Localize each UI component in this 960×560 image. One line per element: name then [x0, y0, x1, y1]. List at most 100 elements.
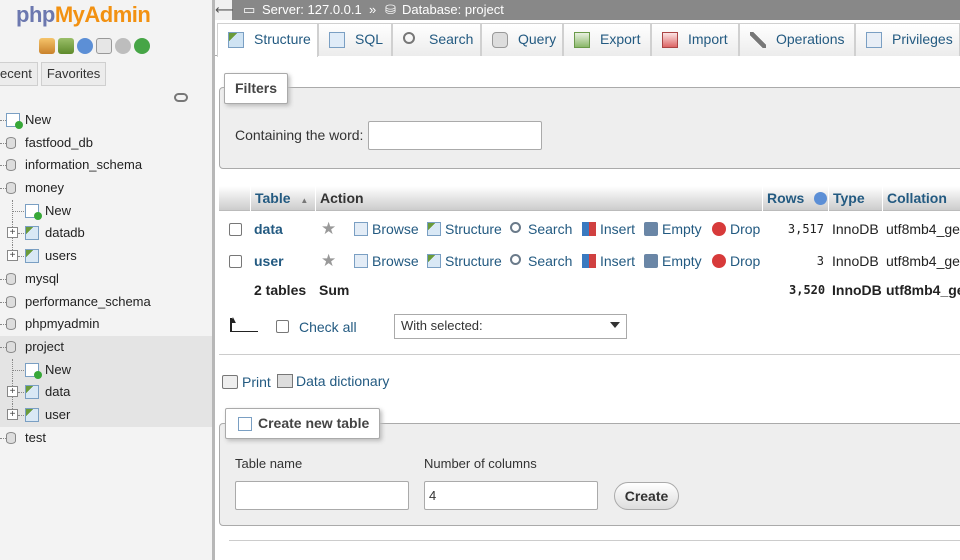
empty-action[interactable]: Empty: [644, 213, 702, 245]
tab-query[interactable]: Query: [481, 23, 563, 56]
tree-label[interactable]: fastfood_db: [25, 132, 93, 154]
col-table[interactable]: Table ▲: [250, 186, 316, 211]
insert-action[interactable]: Insert: [582, 213, 635, 245]
tab-structure[interactable]: Structure: [217, 23, 318, 57]
sort-collation-link[interactable]: Collation: [887, 190, 947, 206]
collapse-nav-icon[interactable]: ⟵: [215, 0, 234, 20]
table-footer-row: 2 tables Sum 3,520 InnoDB utf8mb4_ge: [219, 274, 960, 306]
tab-search[interactable]: Search: [392, 23, 481, 56]
print-icon[interactable]: [222, 375, 238, 389]
expand-icon[interactable]: +: [7, 408, 18, 420]
tree-node[interactable]: + data: [0, 381, 212, 404]
columns-input[interactable]: [424, 481, 598, 510]
tree-label[interactable]: money: [25, 177, 64, 199]
filter-input[interactable]: [368, 121, 542, 150]
tree-node[interactable]: test: [0, 427, 212, 450]
tree-node[interactable]: project: [0, 335, 212, 359]
tree-label[interactable]: datadb: [45, 222, 85, 244]
tree-node[interactable]: money: [0, 177, 212, 200]
tree-node[interactable]: + users: [0, 245, 212, 268]
home-icon[interactable]: [39, 38, 55, 54]
browse-action[interactable]: Browse: [354, 213, 419, 245]
search-action[interactable]: Search: [510, 213, 572, 245]
drop-action[interactable]: Drop: [712, 245, 760, 277]
tab-privileges[interactable]: Privileges: [855, 23, 960, 56]
tree-node[interactable]: New: [0, 199, 212, 223]
check-all-checkbox[interactable]: [276, 320, 289, 333]
expand-icon[interactable]: +: [7, 386, 18, 398]
insert-action[interactable]: Insert: [582, 245, 635, 277]
link-with-main-icon[interactable]: [174, 93, 188, 102]
settings-icon[interactable]: [115, 38, 131, 54]
tree-node[interactable]: + datadb: [0, 222, 212, 246]
expand-icon[interactable]: +: [7, 227, 18, 239]
phpmyadmin-logo[interactable]: phpMyAdmin: [16, 2, 151, 28]
tab-import[interactable]: Import: [651, 23, 739, 56]
tree-node[interactable]: New: [0, 358, 212, 382]
tree-node[interactable]: + user: [0, 403, 212, 427]
reload-icon[interactable]: [134, 38, 150, 54]
sort-type-link[interactable]: Type: [833, 190, 865, 206]
favorites-tab[interactable]: Favorites: [40, 62, 107, 86]
empty-action[interactable]: Empty: [644, 245, 702, 277]
row-checkbox[interactable]: [229, 223, 242, 236]
tree-node[interactable]: performance_schema: [0, 291, 212, 314]
breadcrumb-database[interactable]: Database: project: [402, 0, 504, 20]
data-dictionary-link[interactable]: Data dictionary: [296, 373, 389, 389]
tab-operations[interactable]: Operations: [739, 23, 855, 56]
data-dictionary-icon[interactable]: [277, 374, 293, 388]
table-name-input[interactable]: [235, 481, 409, 510]
tree-label[interactable]: project: [25, 336, 64, 358]
table-name-link[interactable]: user: [254, 245, 284, 277]
expand-icon[interactable]: +: [7, 250, 18, 262]
tree-node[interactable]: New: [0, 109, 212, 132]
tree-label[interactable]: user: [45, 404, 70, 426]
recent-tab[interactable]: ecent: [0, 62, 38, 86]
col-rows[interactable]: Rows: [762, 186, 828, 211]
structure-action[interactable]: Structure: [427, 245, 502, 277]
tree-node[interactable]: mysql: [0, 268, 212, 291]
col-type[interactable]: Type: [828, 186, 882, 211]
help-icon[interactable]: [77, 38, 93, 54]
structure-action[interactable]: Structure: [427, 213, 502, 245]
tab-export[interactable]: Export: [563, 23, 651, 56]
tree-label[interactable]: performance_schema: [25, 291, 151, 313]
sort-rows-link[interactable]: Rows: [767, 190, 804, 206]
row-count: 3,517: [787, 222, 824, 236]
search-action[interactable]: Search: [510, 245, 572, 277]
tab-label: Export: [600, 31, 641, 47]
tree-node[interactable]: information_schema: [0, 154, 212, 177]
col-collation[interactable]: Collation: [882, 186, 960, 211]
tree-label[interactable]: data: [45, 381, 70, 403]
tree-label[interactable]: New: [45, 359, 71, 381]
navigation-panel: phpMyAdmin ecent Favorites New fastfood_d…: [0, 0, 212, 560]
print-link[interactable]: Print: [242, 374, 271, 390]
help-icon[interactable]: [814, 192, 828, 205]
tree-node[interactable]: fastfood_db: [0, 132, 212, 155]
tree-node[interactable]: phpmyadmin: [0, 313, 212, 336]
table-name-link[interactable]: data: [254, 213, 283, 245]
docs-icon[interactable]: [96, 38, 112, 54]
create-button[interactable]: Create: [614, 482, 679, 510]
tree-label[interactable]: New: [45, 200, 71, 222]
tree-label[interactable]: test: [25, 427, 46, 449]
tree-label[interactable]: users: [45, 245, 77, 267]
with-selected-select[interactable]: With selected:: [394, 314, 627, 339]
tree-label[interactable]: phpmyadmin: [25, 313, 99, 335]
browse-action[interactable]: Browse: [354, 245, 419, 277]
favorite-star-icon[interactable]: ★: [321, 245, 336, 277]
logout-icon[interactable]: [58, 38, 74, 54]
privileges-icon: [866, 32, 882, 48]
tab-sql[interactable]: SQL: [318, 23, 392, 56]
row-checkbox[interactable]: [229, 255, 242, 268]
check-all-label[interactable]: Check all: [299, 319, 357, 335]
drop-action[interactable]: Drop: [712, 213, 760, 245]
breadcrumb-server[interactable]: Server: 127.0.0.1: [262, 0, 362, 20]
tree-label[interactable]: New: [25, 109, 51, 131]
columns-label: Number of columns: [424, 456, 537, 471]
sort-table-link[interactable]: Table: [255, 190, 291, 206]
tree-label[interactable]: mysql: [25, 268, 59, 290]
favorite-star-icon[interactable]: ★: [321, 213, 336, 245]
nav-resizer[interactable]: [212, 0, 215, 560]
tree-label[interactable]: information_schema: [25, 154, 142, 176]
